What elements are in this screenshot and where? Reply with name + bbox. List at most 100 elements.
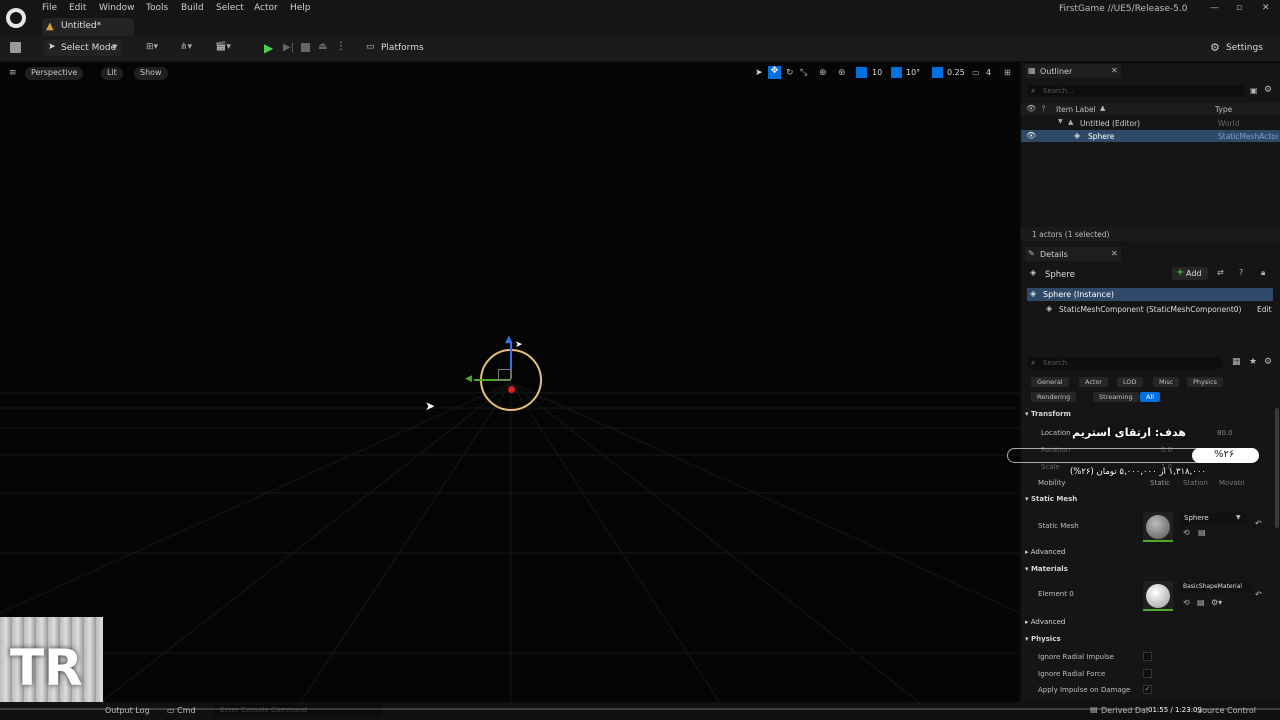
- gizmo-y-arrow-icon[interactable]: ◀: [465, 374, 472, 384]
- cinematics-icon[interactable]: 🎬︎▾: [215, 42, 231, 52]
- settings-button[interactable]: ⚙ Settings: [1210, 40, 1276, 56]
- outliner-settings-icon[interactable]: ⚙: [1264, 85, 1272, 95]
- menu-file[interactable]: File: [42, 3, 57, 13]
- visibility-icon[interactable]: 👁︎: [1026, 131, 1036, 140]
- reset-material-icon[interactable]: ↶: [1255, 590, 1262, 599]
- maximize-icon[interactable]: ▫: [1236, 3, 1242, 13]
- select-tool-icon[interactable]: ➤: [755, 68, 763, 78]
- open-material-icon[interactable]: ▤: [1197, 598, 1205, 607]
- material-thumbnail[interactable]: [1143, 581, 1173, 611]
- perspective-button[interactable]: Perspective: [25, 67, 84, 80]
- level-tab[interactable]: ▲ Untitled*: [42, 18, 134, 36]
- instance-row[interactable]: ◈ Sphere (Instance): [1027, 288, 1273, 301]
- rotation-snap-icon[interactable]: [891, 67, 902, 78]
- menu-tools[interactable]: Tools: [146, 3, 168, 13]
- maximize-viewport-icon[interactable]: ⊞: [1004, 68, 1011, 77]
- grid-snap-icon[interactable]: [856, 67, 867, 78]
- static-mesh-thumbnail[interactable]: [1143, 512, 1173, 542]
- browse-material-icon[interactable]: ⟲: [1183, 598, 1190, 607]
- translate-tool-icon[interactable]: ✥: [768, 66, 781, 79]
- table-view-icon[interactable]: ▦: [1232, 357, 1241, 367]
- gizmo-x-axis[interactable]: [508, 386, 515, 393]
- rotation-snap-value[interactable]: 10°: [906, 68, 920, 77]
- console-input[interactable]: Enter Console Command: [214, 705, 382, 716]
- menu-window[interactable]: Window: [99, 3, 135, 13]
- ignore-radial-impulse-checkbox[interactable]: [1143, 652, 1152, 661]
- lit-button[interactable]: Lit: [101, 67, 123, 80]
- surface-snap-icon[interactable]: ⊛: [838, 68, 846, 78]
- reset-icon[interactable]: ↶: [1255, 519, 1262, 528]
- outliner-row-world[interactable]: ▼ ▲ Untitled (Editor) World: [1021, 117, 1280, 129]
- details-search-input[interactable]: ⌕ Search: [1027, 357, 1223, 369]
- component-row[interactable]: ◈ StaticMeshComponent (StaticMeshCompone…: [1027, 303, 1273, 316]
- filter-physics[interactable]: Physics: [1187, 377, 1224, 387]
- actor-name-field[interactable]: Sphere: [1045, 270, 1075, 280]
- camera-speed-value[interactable]: 4: [986, 68, 991, 77]
- filter-rendering[interactable]: Rendering: [1031, 392, 1077, 402]
- outliner-search-input[interactable]: ⌕ Search...: [1027, 85, 1245, 97]
- apply-impulse-checkbox[interactable]: ✓: [1143, 685, 1152, 694]
- platforms-button[interactable]: ▭ Platforms: [366, 40, 430, 56]
- outliner-row-sphere[interactable]: 👁︎ ◈ Sphere StaticMeshActor: [1021, 130, 1280, 142]
- close-outliner-icon[interactable]: ✕: [1111, 66, 1118, 75]
- rotate-tool-icon[interactable]: ↻: [786, 68, 794, 78]
- browse-asset-icon[interactable]: ⟲: [1183, 528, 1190, 537]
- gizmo-plane-handle[interactable]: [498, 369, 511, 381]
- blueprint-icon[interactable]: ⋔▾: [180, 42, 192, 52]
- eject-icon[interactable]: ⏏: [318, 41, 327, 52]
- section-materials[interactable]: ▾ Materials: [1025, 565, 1276, 576]
- gizmo-z-arrow-icon[interactable]: ▲: [505, 334, 513, 345]
- show-button[interactable]: Show: [134, 67, 168, 80]
- scale-snap-value[interactable]: 0.25: [947, 68, 965, 77]
- close-details-icon[interactable]: ✕: [1111, 249, 1118, 258]
- filter-streaming[interactable]: Streaming: [1093, 392, 1139, 402]
- help-icon[interactable]: ?: [1239, 268, 1243, 277]
- source-control-button[interactable]: Source Control: [1197, 706, 1256, 715]
- play-options-icon[interactable]: ⋮: [336, 41, 346, 52]
- material-dropdown[interactable]: BasicShapeMaterial: [1180, 582, 1252, 593]
- tab-outliner[interactable]: ▦ Outliner ✕: [1025, 64, 1121, 78]
- edit-component-link[interactable]: Edit: [1257, 305, 1272, 314]
- minimize-icon[interactable]: —: [1210, 3, 1219, 13]
- derived-data-button[interactable]: Derived Data: [1101, 706, 1154, 715]
- viewport-menu-icon[interactable]: ≡: [9, 68, 17, 78]
- stop-icon[interactable]: [301, 43, 310, 52]
- filter-lod[interactable]: LOD: [1117, 377, 1143, 387]
- filter-actor[interactable]: Actor: [1079, 377, 1109, 387]
- blueprint-convert-icon[interactable]: ⇄: [1217, 268, 1224, 277]
- column-item-label[interactable]: Item Label: [1056, 105, 1096, 114]
- menu-edit[interactable]: Edit: [69, 3, 86, 13]
- select-mode-button[interactable]: ➤ Select Mode ▼: [44, 40, 122, 56]
- section-physics[interactable]: ▾ Physics: [1025, 635, 1276, 646]
- lock-icon[interactable]: 🔒︎: [1261, 268, 1265, 278]
- scale-tool-icon[interactable]: ⤡: [800, 68, 807, 78]
- menu-actor[interactable]: Actor: [254, 3, 278, 13]
- column-type[interactable]: Type: [1215, 105, 1232, 114]
- close-icon[interactable]: ✕: [1262, 3, 1270, 13]
- open-asset-icon[interactable]: ▤: [1198, 528, 1206, 537]
- camera-speed-icon[interactable]: ▭: [972, 68, 980, 77]
- grid-snap-value[interactable]: 10: [872, 68, 882, 77]
- menu-select[interactable]: Select: [216, 3, 244, 13]
- details-settings-icon[interactable]: ⚙: [1264, 357, 1272, 367]
- add-content-icon[interactable]: ⊞▾: [146, 42, 158, 52]
- play-icon[interactable]: ▶: [264, 41, 273, 55]
- material-options-icon[interactable]: ⚙▾: [1211, 598, 1222, 607]
- tab-details[interactable]: ✎ Details ✕: [1025, 247, 1121, 261]
- details-scrollbar[interactable]: [1275, 408, 1279, 528]
- advance-frame-icon[interactable]: ▶|: [283, 42, 294, 53]
- star-icon[interactable]: ★: [1249, 357, 1257, 367]
- static-mesh-dropdown[interactable]: Sphere ▼: [1180, 513, 1246, 524]
- add-component-button[interactable]: + Add: [1172, 267, 1208, 280]
- folder-add-icon[interactable]: ▣: [1250, 86, 1258, 95]
- save-icon[interactable]: [10, 42, 21, 53]
- scale-snap-icon[interactable]: [932, 67, 943, 78]
- level-viewport[interactable]: ≡ Perspective Lit Show ➤ ✥ ↻ ⤡ ⊕ ⊛ 10 10…: [0, 63, 1019, 703]
- filter-misc[interactable]: Misc: [1153, 377, 1180, 387]
- menu-help[interactable]: Help: [290, 3, 311, 13]
- filter-all[interactable]: All: [1140, 392, 1161, 402]
- filter-general[interactable]: General: [1031, 377, 1069, 387]
- section-advanced-mesh[interactable]: ▸ Advanced: [1025, 548, 1276, 559]
- ignore-radial-force-checkbox[interactable]: [1143, 669, 1152, 678]
- world-space-icon[interactable]: ⊕: [819, 68, 827, 78]
